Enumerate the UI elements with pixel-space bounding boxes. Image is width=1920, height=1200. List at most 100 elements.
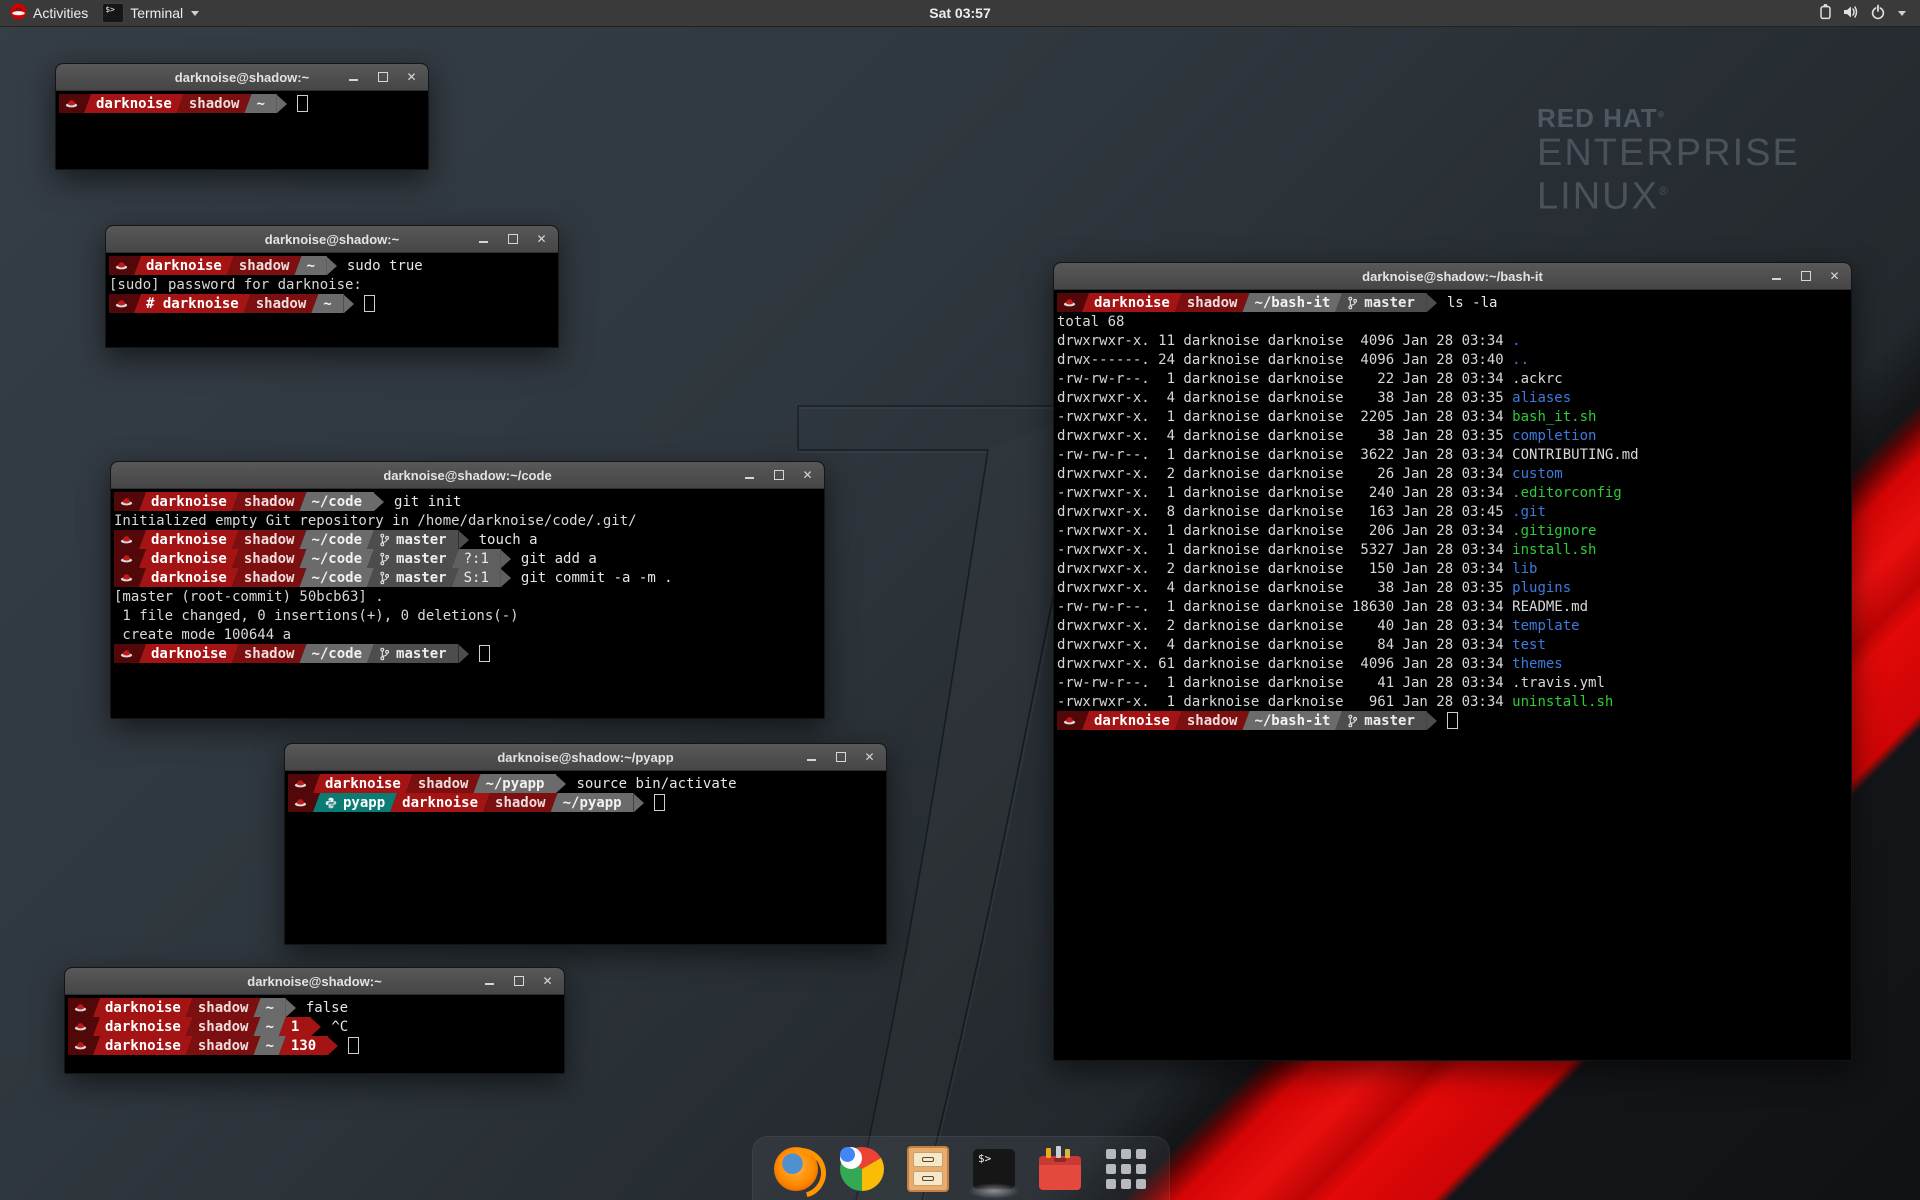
terminal-window: darknoise@shadow:~/pyapp darknoiseshadow~… xyxy=(284,743,887,945)
maximize-button[interactable] xyxy=(376,71,389,84)
prompt-gitst-segment: S:1 xyxy=(452,568,501,587)
window-titlebar[interactable]: darknoise@shadow:~ xyxy=(65,968,564,995)
window-titlebar[interactable]: darknoise@shadow:~ xyxy=(56,64,428,91)
ls-row: -rw-rw-r--. 1 darknoise darknoise 41 Jan… xyxy=(1057,673,1847,692)
window-title: darknoise@shadow:~/bash-it xyxy=(1362,269,1543,284)
clock[interactable]: Sat 03:57 xyxy=(929,0,990,26)
prompt-host-segment: shadow xyxy=(232,644,307,663)
prompt-gitst-segment: ?:1 xyxy=(452,549,501,568)
fedora-icon xyxy=(120,495,133,508)
terminal-window: darknoise@shadow:~darknoiseshadow~falsed… xyxy=(64,967,565,1074)
prompt-user-segment: darknoise xyxy=(134,256,234,275)
close-button[interactable] xyxy=(801,469,814,482)
prompt-path-segment: ~/code xyxy=(299,549,374,568)
prompt-user-segment: darknoise xyxy=(93,1017,193,1036)
maximize-button[interactable] xyxy=(772,469,785,482)
minimize-button[interactable] xyxy=(805,751,818,764)
ls-row: -rwxrwxr-x. 1 darknoise darknoise 961 Ja… xyxy=(1057,692,1847,711)
prompt-host-segment: shadow xyxy=(232,492,307,511)
volume-icon xyxy=(1842,4,1860,23)
prompt-git-segment: master xyxy=(367,530,459,549)
window-titlebar[interactable]: darknoise@shadow:~/code xyxy=(111,462,824,489)
activities-button[interactable]: Activities xyxy=(0,0,98,26)
ls-file-name: CONTRIBUTING.md xyxy=(1512,447,1638,463)
terminal-cursor xyxy=(364,295,375,312)
firefox-icon[interactable] xyxy=(773,1146,819,1192)
prompt-arrow-icon xyxy=(277,95,287,113)
terminal-cursor xyxy=(654,794,665,811)
output-text: total 68 xyxy=(1057,314,1124,330)
ls-row: drwxrwxr-x. 2 darknoise darknoise 26 Jan… xyxy=(1057,464,1847,483)
caret-down-icon xyxy=(191,11,199,16)
maximize-button[interactable] xyxy=(506,233,519,246)
close-button[interactable] xyxy=(405,71,418,84)
prompt-line: darknoiseshadow~/pyappsource bin/activat… xyxy=(288,774,882,793)
prompt-user-segment: darknoise xyxy=(139,549,239,568)
close-button[interactable] xyxy=(863,751,876,764)
terminal-body[interactable]: darknoiseshadow~/codegit initInitialized… xyxy=(111,489,824,663)
window-titlebar[interactable]: darknoise@shadow:~ xyxy=(106,226,558,253)
ls-row: -rw-rw-r--. 1 darknoise darknoise 18630 … xyxy=(1057,597,1847,616)
close-button[interactable] xyxy=(1828,270,1841,283)
window-controls xyxy=(1770,263,1841,289)
output-line: [sudo] password for darknoise: xyxy=(109,275,554,294)
terminal-body[interactable]: darknoiseshadow~/pyappsource bin/activat… xyxy=(285,771,886,812)
maximize-button[interactable] xyxy=(1799,270,1812,283)
branch-icon xyxy=(379,647,390,661)
prompt-user-segment: darknoise xyxy=(93,998,193,1017)
prompt-host-segment: shadow xyxy=(186,1017,261,1036)
close-button[interactable] xyxy=(541,975,554,988)
ls-row-fields: -rw-rw-r--. 1 darknoise darknoise 22 Jan… xyxy=(1057,371,1512,387)
distro-fedora-icon xyxy=(10,3,27,23)
prompt-line: # darknoiseshadow~ xyxy=(109,294,554,313)
output-line: create mode 100644 a xyxy=(114,625,820,644)
prompt-arrow-icon xyxy=(459,531,469,549)
toolbox-icon[interactable] xyxy=(1037,1146,1083,1192)
output-text: create mode 100644 a xyxy=(114,627,291,643)
ls-file-name: .ackrc xyxy=(1512,371,1563,387)
terminal-cursor xyxy=(297,95,308,112)
prompt-user-segment: darknoise xyxy=(139,568,239,587)
ls-row-fields: drwxrwxr-x. 4 darknoise darknoise 84 Jan… xyxy=(1057,637,1512,653)
prompt-path-segment: ~/code xyxy=(299,492,374,511)
terminal-icon[interactable]: $> xyxy=(971,1146,1017,1192)
chrome-icon[interactable] xyxy=(839,1146,885,1192)
minimize-button[interactable] xyxy=(483,975,496,988)
minimize-button[interactable] xyxy=(1770,270,1783,283)
output-text: [master (root-commit) 50bcb63] . xyxy=(114,589,384,605)
close-button[interactable] xyxy=(535,233,548,246)
prompt-user-segment: darknoise xyxy=(1082,711,1182,730)
terminal-body[interactable]: darknoiseshadow~sudo true[sudo] password… xyxy=(106,253,558,313)
prompt-host-segment: shadow xyxy=(232,549,307,568)
files-icon[interactable] xyxy=(905,1146,951,1192)
terminal-body[interactable]: darknoiseshadow~/bash-itmasterls -latota… xyxy=(1054,290,1851,730)
ls-row-fields: -rwxrwxr-x. 1 darknoise darknoise 2205 J… xyxy=(1057,409,1512,425)
maximize-button[interactable] xyxy=(834,751,847,764)
prompt-line: darknoiseshadow~1^C xyxy=(68,1017,560,1036)
window-titlebar[interactable]: darknoise@shadow:~/pyapp xyxy=(285,744,886,771)
ls-row-fields: drwxrwxr-x. 11 darknoise darknoise 4096 … xyxy=(1057,333,1512,349)
terminal-body[interactable]: darknoiseshadow~falsedarknoiseshadow~1^C… xyxy=(65,995,564,1055)
terminal-cursor xyxy=(479,645,490,662)
fedora-icon xyxy=(120,647,133,660)
system-status-area[interactable] xyxy=(1813,0,1912,26)
prompt-line: darknoiseshadow~/codemaster xyxy=(114,644,820,663)
ls-row-fields: drwxrwxr-x. 8 darknoise darknoise 163 Ja… xyxy=(1057,504,1512,520)
rhel-brand-logo: RED HAT® ENTERPRISE LINUX® xyxy=(1537,103,1800,216)
fedora-icon xyxy=(120,571,133,584)
minimize-button[interactable] xyxy=(477,233,490,246)
terminal-body[interactable]: darknoiseshadow~ xyxy=(56,91,428,113)
command-text: source bin/activate xyxy=(576,776,736,792)
minimize-button[interactable] xyxy=(347,71,360,84)
window-titlebar[interactable]: darknoise@shadow:~/bash-it xyxy=(1054,263,1851,290)
app-menu-terminal[interactable]: $> Terminal xyxy=(98,0,209,26)
prompt-arrow-icon xyxy=(634,794,644,812)
minimize-button[interactable] xyxy=(743,469,756,482)
ls-row: -rwxrwxr-x. 1 darknoise darknoise 206 Ja… xyxy=(1057,521,1847,540)
output-text: Initialized empty Git repository in /hom… xyxy=(114,513,637,529)
ls-row-fields: drwxrwxr-x. 61 darknoise darknoise 4096 … xyxy=(1057,656,1512,672)
brand-line2: ENTERPRISE xyxy=(1537,134,1800,172)
maximize-button[interactable] xyxy=(512,975,525,988)
show-apps-icon[interactable] xyxy=(1103,1146,1149,1192)
prompt-arrow-icon xyxy=(374,493,384,511)
